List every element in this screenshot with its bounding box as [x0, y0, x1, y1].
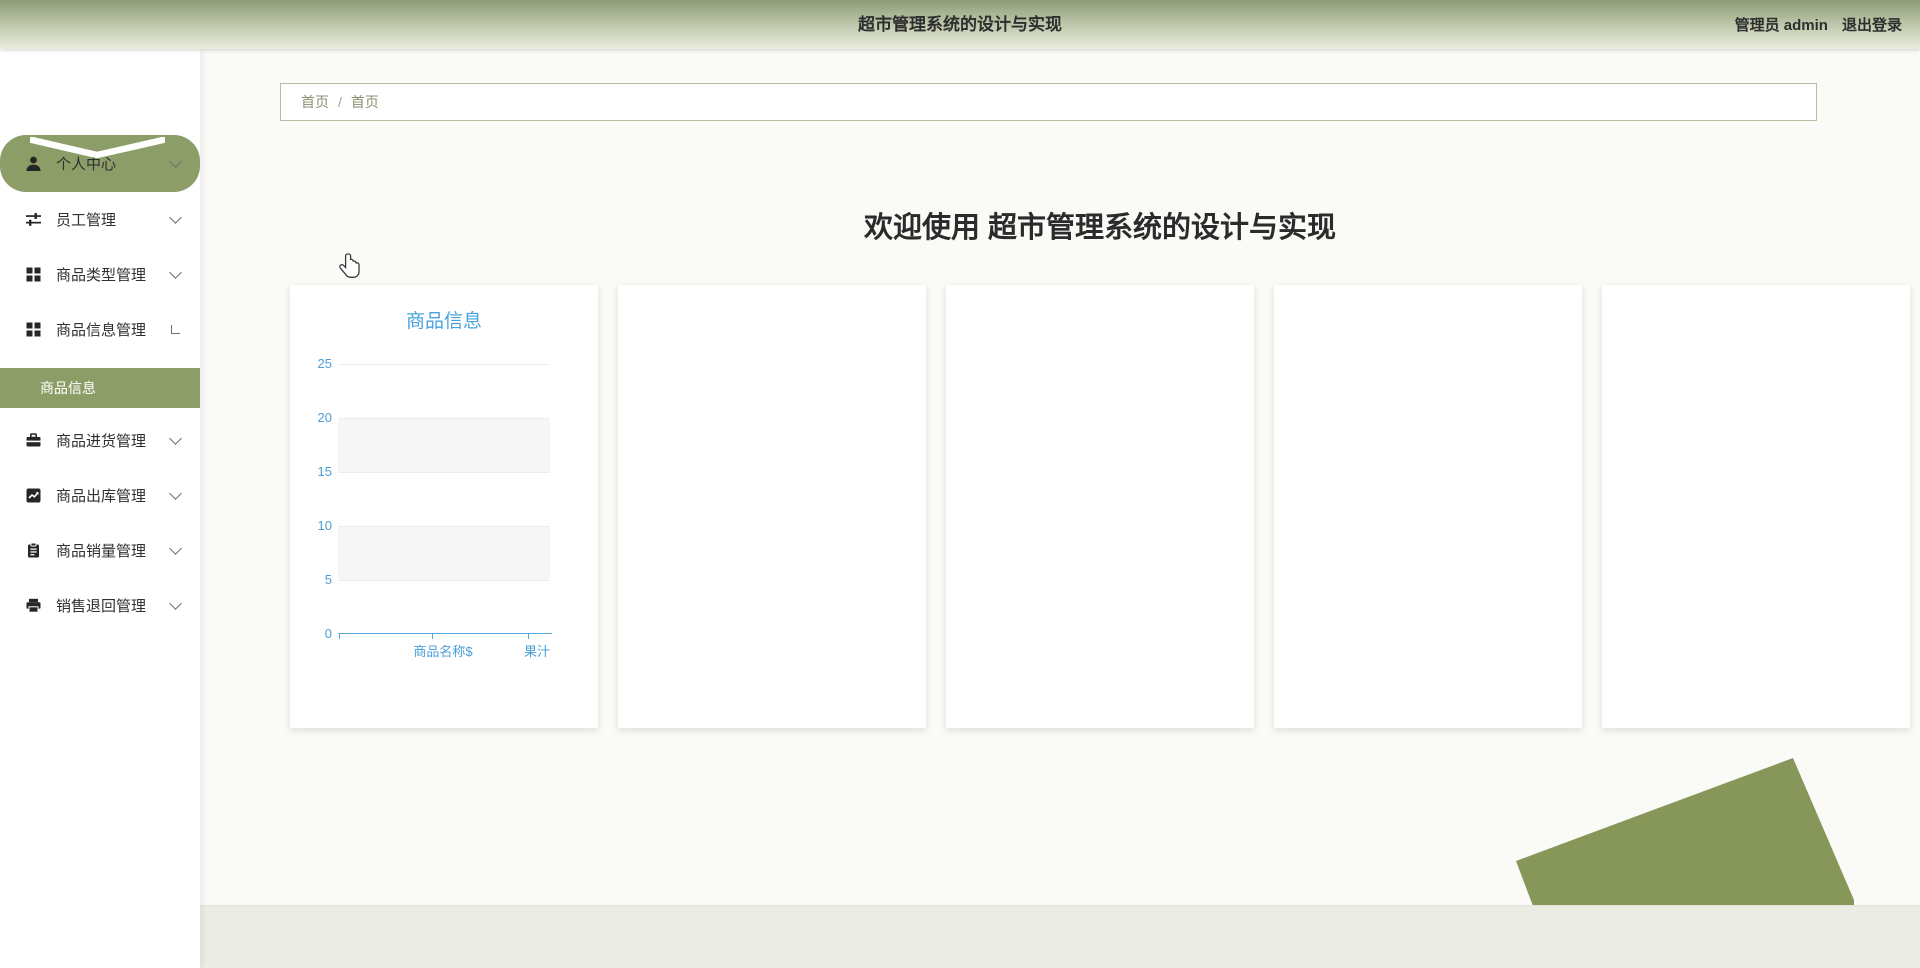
- chevron-down-icon: [169, 211, 182, 224]
- breadcrumb: 首页 / 首页: [280, 83, 1817, 121]
- sidebar: 个人中心员工管理商品类型管理 商品信息管理商品信息商品进货管理 商品出库管理 商品销量…: [0, 49, 200, 968]
- breadcrumb-item-0[interactable]: 首页: [301, 92, 329, 112]
- app-header: 超市管理系统的设计与实现 管理员 admin 退出登录: [0, 0, 1920, 49]
- x-axis-category-label: 商品名称$: [413, 644, 473, 659]
- mouse-cursor-icon: [339, 253, 360, 278]
- x-axis-tick: [528, 634, 529, 639]
- chevron-down-icon: [169, 487, 182, 500]
- sidebar-item-label: 商品出库管理: [56, 488, 147, 505]
- sidebar-item-label: 商品销量管理: [56, 543, 147, 560]
- sidebar-item-product-type-mgmt[interactable]: 商品类型管理: [0, 247, 200, 302]
- main-content: 首页 / 首页 欢迎使用 超市管理系统的设计与实现 商品信息 25 20 15 10 5 0 商…: [200, 49, 1920, 968]
- chart-gridline: [338, 526, 550, 527]
- sidebar-item-label: 商品类型管理: [56, 267, 147, 284]
- x-axis-category-label: 果汁: [523, 644, 551, 659]
- empty-card: [618, 285, 926, 728]
- x-axis-line: [338, 633, 552, 634]
- sidebar-item-label: 销售退回管理: [56, 598, 147, 615]
- current-user-label: 管理员 admin: [1735, 14, 1828, 35]
- chart-split-band: [338, 418, 550, 472]
- chart-gridline: [338, 418, 550, 419]
- sidebar-item-sales-volume-mgmt[interactable]: 商品销量管理: [0, 523, 200, 578]
- footer: [200, 905, 1920, 968]
- username: admin: [1783, 17, 1828, 34]
- chart-gridline: [338, 364, 550, 365]
- y-axis-tick-label: 20: [317, 410, 332, 425]
- grid-icon: [25, 266, 42, 283]
- sidebar-item-profile[interactable]: 个人中心: [0, 135, 200, 192]
- y-axis-tick-label: 25: [317, 356, 332, 371]
- chevron-down-icon: [169, 266, 182, 279]
- sidebar-menu: 个人中心员工管理商品类型管理 商品信息管理商品信息商品进货管理 商品出库管理 商品销量…: [0, 135, 200, 633]
- sidebar-item-outbound-mgmt[interactable]: 商品出库管理: [0, 468, 200, 523]
- sidebar-item-label: 商品进货管理: [56, 433, 147, 450]
- chart-gridline: [338, 580, 550, 581]
- sidebar-item-label: 商品信息管理: [56, 322, 147, 339]
- clipboard-icon: [25, 542, 42, 559]
- sidebar-item-employee-mgmt[interactable]: 员工管理: [0, 192, 200, 247]
- sidebar-item-label: 员工管理: [56, 212, 117, 229]
- y-axis-tick-label: 5: [324, 572, 332, 587]
- app-title: 超市管理系统的设计与实现: [858, 15, 1062, 34]
- chart-gridline: [338, 472, 550, 473]
- user-role: 管理员: [1734, 17, 1780, 34]
- empty-card: [1602, 285, 1910, 728]
- printer-icon: [25, 597, 42, 614]
- chart-split-band: [338, 526, 550, 580]
- chevron-down-icon: [169, 155, 182, 168]
- chart-icon: [25, 487, 42, 504]
- x-axis-tick: [432, 634, 433, 639]
- header-user-area: 管理员 admin 退出登录: [1735, 0, 1902, 49]
- sidebar-item-product-info-mgmt[interactable]: 商品信息管理: [0, 302, 200, 357]
- sidebar-item-purchase-mgmt[interactable]: 商品进货管理: [0, 413, 200, 468]
- chart-card-product-info: 商品信息 25 20 15 10 5 0 商品名称$ 果汁: [290, 285, 598, 728]
- green-decoration-shape: [1516, 758, 1854, 906]
- chevron-down-icon: [169, 432, 182, 445]
- sliders-icon: [25, 211, 42, 228]
- y-axis-tick-label: 10: [317, 518, 332, 533]
- logout-link[interactable]: 退出登录: [1842, 14, 1902, 35]
- page-title: 欢迎使用 超市管理系统的设计与实现: [863, 212, 1337, 244]
- y-axis-tick-label: 0: [324, 626, 332, 641]
- empty-card: [1274, 285, 1582, 728]
- chevron-expanded-icon: [171, 325, 180, 334]
- breadcrumb-item-1: 首页: [350, 94, 379, 110]
- sidebar-subitem-product-info[interactable]: 商品信息: [0, 368, 200, 408]
- user-icon: [25, 155, 42, 172]
- chevron-down-icon: [169, 597, 182, 610]
- x-axis-tick: [339, 634, 340, 639]
- bar-chart-plot-area: 25 20 15 10 5 0 商品名称$ 果汁: [318, 356, 552, 659]
- breadcrumb-separator: /: [338, 94, 342, 110]
- chevron-down-icon: [169, 542, 182, 555]
- chart-title: 商品信息: [405, 311, 482, 332]
- sidebar-item-label: 个人中心: [56, 156, 117, 173]
- empty-card: [946, 285, 1254, 728]
- briefcase-icon: [25, 432, 42, 449]
- y-axis-tick-label: 15: [317, 464, 332, 479]
- sidebar-item-sales-return-mgmt[interactable]: 销售退回管理: [0, 578, 200, 633]
- grid-icon: [25, 321, 42, 338]
- dashboard-cards-row: 商品信息 25 20 15 10 5 0 商品名称$ 果汁: [290, 285, 1910, 728]
